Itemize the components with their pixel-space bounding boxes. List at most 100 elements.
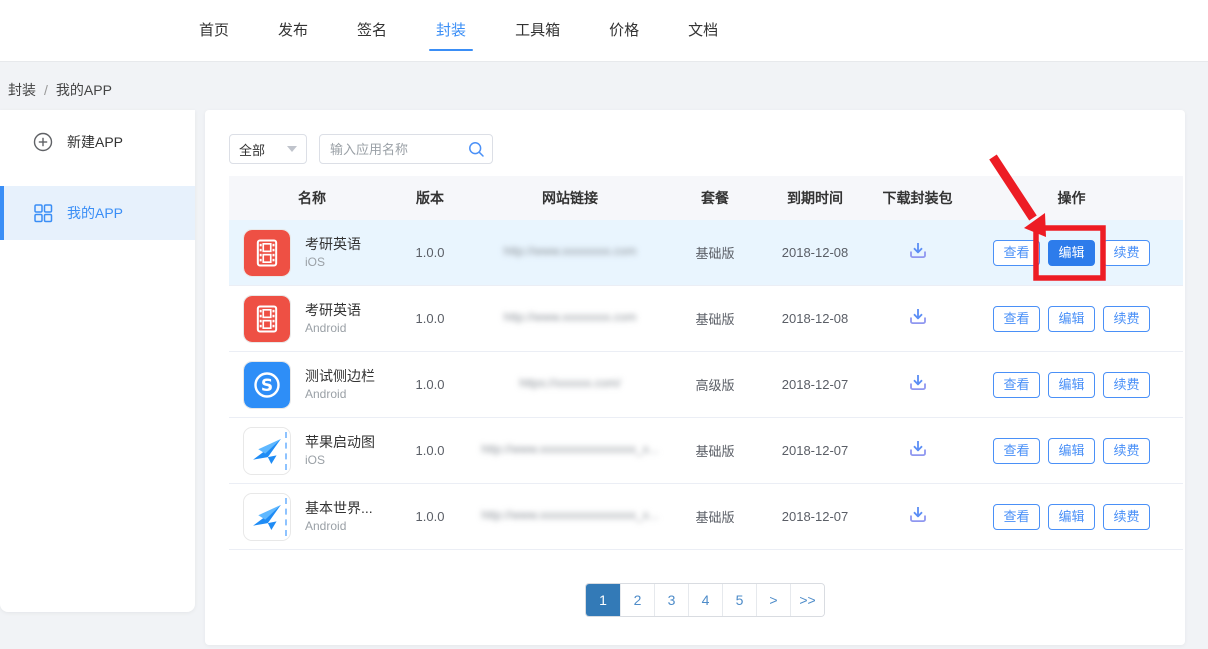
- table-row: 考研英语 iOS 1.0.0 http://www.xxxxxxxx.com 基…: [229, 220, 1183, 286]
- edit-button[interactable]: 编辑: [1048, 306, 1095, 332]
- table-row: 苹果启动图 iOS 1.0.0 http://www.xxxxxxxxxxxxx…: [229, 418, 1183, 484]
- pagination: 1 2 3 4 5 > >>: [585, 583, 825, 617]
- grid-icon: [33, 203, 53, 223]
- col-header-url: 网站链接: [465, 188, 675, 208]
- download-icon[interactable]: [906, 437, 930, 461]
- nav-item-signature[interactable]: 签名: [357, 0, 387, 62]
- search-icon[interactable]: [468, 141, 485, 163]
- table-header: 名称 版本 网站链接 套餐 到期时间 下载封装包 操作: [229, 176, 1183, 220]
- app-name: 考研英语: [305, 235, 361, 254]
- website-link-blurred: http://www.xxxxxxxx.com: [504, 244, 637, 258]
- app-plan: 基础版: [675, 243, 755, 262]
- filter-row: 全部: [229, 134, 493, 164]
- app-name-cell: 基本世界... Android: [229, 493, 395, 541]
- renew-button[interactable]: 续费: [1103, 504, 1150, 530]
- edit-button[interactable]: 编辑: [1048, 504, 1095, 530]
- website-link-blurred: https://xxxxxx.com/: [519, 376, 620, 390]
- breadcrumb-package[interactable]: 封装: [8, 82, 36, 98]
- nav-item-toolbox[interactable]: 工具箱: [515, 0, 560, 62]
- app-name: 考研英语: [305, 301, 361, 320]
- view-button[interactable]: 查看: [993, 438, 1040, 464]
- app-plan: 基础版: [675, 441, 755, 460]
- last-page-button[interactable]: >>: [790, 584, 824, 616]
- page-5[interactable]: 5: [722, 584, 756, 616]
- download-icon[interactable]: [906, 305, 930, 329]
- nav-list: 首页 发布 签名 封装 工具箱 价格 文档: [199, 0, 1208, 62]
- edit-button[interactable]: 编辑: [1048, 240, 1095, 266]
- app-name: 基本世界...: [305, 499, 373, 518]
- paper-bird-app-icon: [243, 493, 291, 541]
- my-app-page: 首页 发布 签名 封装 工具箱 价格 文档 封装 / 我的APP 新建APP 我的A…: [0, 0, 1208, 649]
- app-version: 1.0.0: [395, 245, 465, 260]
- renew-button[interactable]: 续费: [1103, 372, 1150, 398]
- search-input[interactable]: [319, 134, 493, 164]
- view-button[interactable]: 查看: [993, 504, 1040, 530]
- page-2[interactable]: 2: [620, 584, 654, 616]
- chevron-down-icon: [287, 146, 297, 152]
- edit-button[interactable]: 编辑: [1048, 438, 1095, 464]
- app-name-cell: 考研英语 iOS: [229, 229, 395, 277]
- film-app-icon: [243, 295, 291, 343]
- expire-date: 2018-12-08: [755, 311, 875, 326]
- website-link-blurred: http://www.xxxxxxxxxxxxxxxx_x...: [481, 442, 658, 456]
- col-header-download: 下载封装包: [875, 188, 960, 208]
- page-1[interactable]: 1: [586, 584, 620, 616]
- app-plan: 基础版: [675, 507, 755, 526]
- breadcrumb-current: 我的APP: [56, 82, 112, 98]
- app-plan: 高级版: [675, 375, 755, 394]
- col-header-plan: 套餐: [675, 188, 755, 208]
- filter-dropdown[interactable]: 全部: [229, 134, 307, 164]
- breadcrumb-separator: /: [44, 82, 48, 98]
- view-button[interactable]: 查看: [993, 240, 1040, 266]
- app-version: 1.0.0: [395, 377, 465, 392]
- nav-item-pricing[interactable]: 价格: [609, 0, 639, 62]
- download-icon[interactable]: [906, 371, 930, 395]
- table-row: 考研英语 Android 1.0.0 http://www.xxxxxxxx.c…: [229, 286, 1183, 352]
- search-box: [319, 134, 493, 164]
- nav-item-home[interactable]: 首页: [199, 0, 229, 62]
- table-row: 基本世界... Android 1.0.0 http://www.xxxxxxx…: [229, 484, 1183, 550]
- app-platform: iOS: [305, 254, 361, 270]
- renew-button[interactable]: 续费: [1103, 306, 1150, 332]
- s-logo-app-icon: S: [243, 361, 291, 409]
- app-version: 1.0.0: [395, 311, 465, 326]
- view-button[interactable]: 查看: [993, 372, 1040, 398]
- app-platform: Android: [305, 320, 361, 336]
- app-name-cell: S 测试侧边栏 Android: [229, 361, 395, 409]
- app-name-cell: 苹果启动图 iOS: [229, 427, 395, 475]
- renew-button[interactable]: 续费: [1103, 240, 1150, 266]
- page-4[interactable]: 4: [688, 584, 722, 616]
- nav-item-docs[interactable]: 文档: [688, 0, 718, 62]
- download-icon[interactable]: [906, 503, 930, 527]
- filter-dropdown-value: 全部: [239, 140, 265, 159]
- table-row: S 测试侧边栏 Android 1.0.0 https://xxxxxx.com…: [229, 352, 1183, 418]
- app-table: 名称 版本 网站链接 套餐 到期时间 下载封装包 操作 考研英语 iOS: [229, 176, 1183, 550]
- page-3[interactable]: 3: [654, 584, 688, 616]
- sidebar-item-new-app[interactable]: 新建APP: [0, 110, 195, 174]
- view-button[interactable]: 查看: [993, 306, 1040, 332]
- svg-text:S: S: [261, 376, 273, 396]
- website-link-blurred: http://www.xxxxxxxx.com: [504, 310, 637, 324]
- breadcrumb: 封装 / 我的APP: [8, 80, 112, 100]
- sidebar: 新建APP 我的APP: [0, 110, 195, 612]
- expire-date: 2018-12-07: [755, 377, 875, 392]
- paper-bird-app-icon: [243, 427, 291, 475]
- sidebar-item-my-app[interactable]: 我的APP: [0, 186, 195, 240]
- expire-date: 2018-12-07: [755, 443, 875, 458]
- edit-button[interactable]: 编辑: [1048, 372, 1095, 398]
- sidebar-item-label: 新建APP: [67, 132, 123, 152]
- col-header-version: 版本: [395, 188, 465, 208]
- app-platform: iOS: [305, 452, 375, 468]
- expire-date: 2018-12-07: [755, 509, 875, 524]
- app-name: 测试侧边栏: [305, 367, 375, 386]
- download-icon[interactable]: [906, 239, 930, 263]
- nav-item-package[interactable]: 封装: [436, 0, 466, 62]
- app-name-cell: 考研英语 Android: [229, 295, 395, 343]
- next-page-button[interactable]: >: [756, 584, 790, 616]
- app-name: 苹果启动图: [305, 433, 375, 452]
- nav-item-publish[interactable]: 发布: [278, 0, 308, 62]
- app-version: 1.0.0: [395, 509, 465, 524]
- col-header-expire: 到期时间: [755, 188, 875, 208]
- renew-button[interactable]: 续费: [1103, 438, 1150, 464]
- app-plan: 基础版: [675, 309, 755, 328]
